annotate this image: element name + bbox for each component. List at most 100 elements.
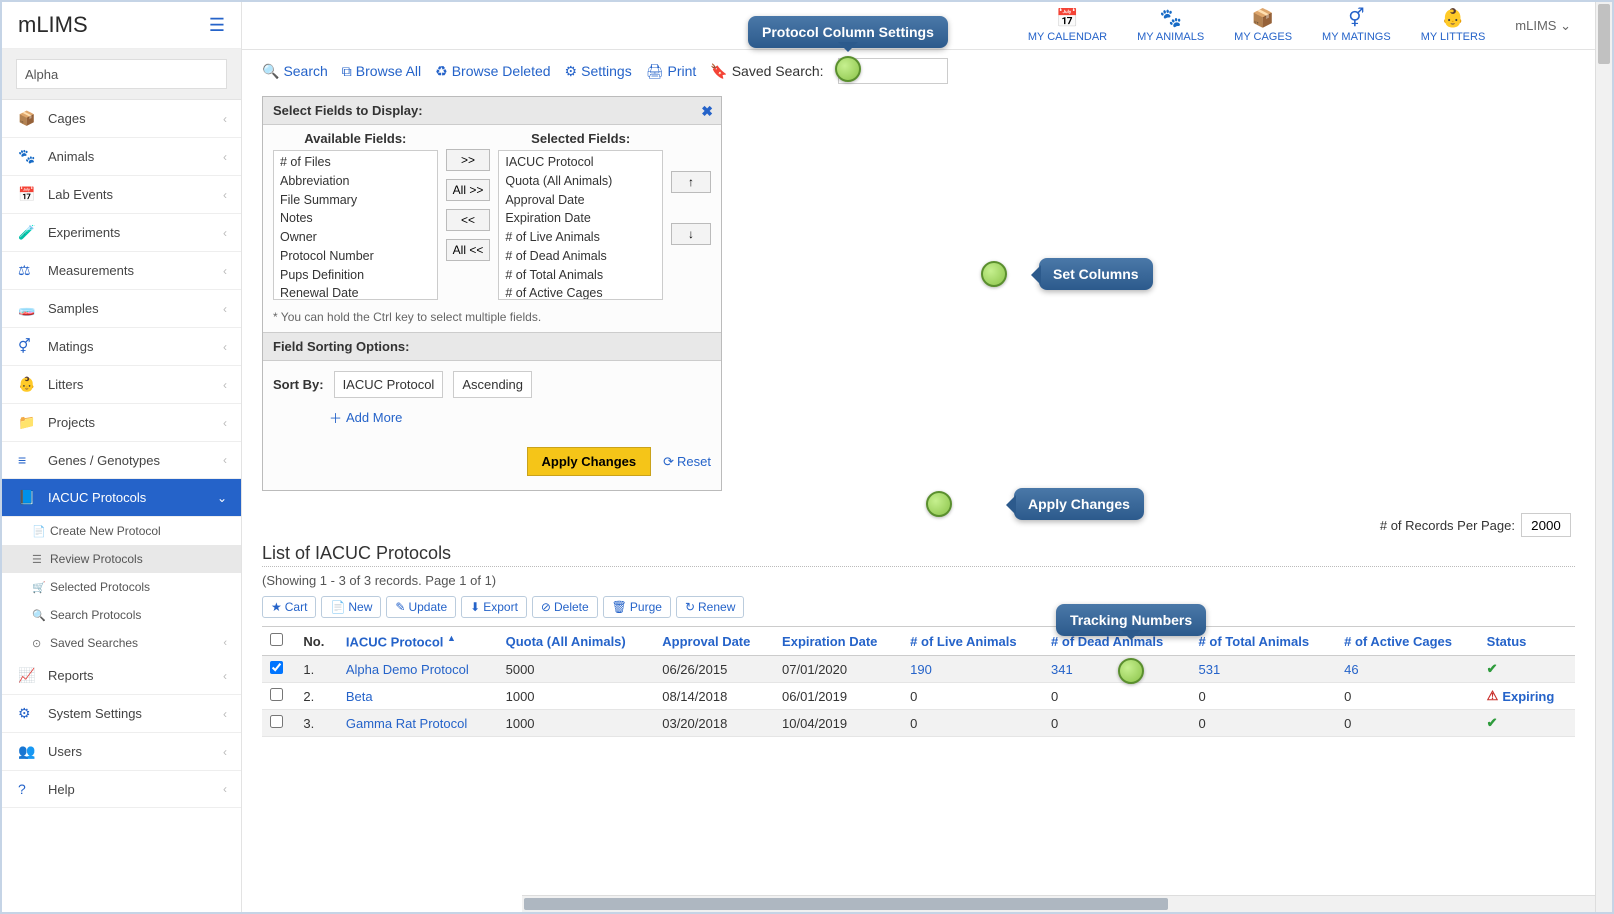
sidebar-search-input[interactable]	[16, 59, 227, 89]
expiring-link[interactable]: Expiring	[1502, 689, 1554, 704]
row-checkbox[interactable]	[270, 715, 283, 728]
sidebar-item-genes-genotypes[interactable]: ≡Genes / Genotypes‹	[2, 442, 241, 479]
col-expiration-date[interactable]: Expiration Date	[774, 627, 902, 656]
topnav-my-animals[interactable]: 🐾MY ANIMALS	[1137, 8, 1204, 43]
cell[interactable]: Beta	[338, 683, 498, 710]
sidebar-subitem-selected-protocols[interactable]: 🛒Selected Protocols	[2, 573, 241, 601]
print-link[interactable]: 🖨Print	[646, 63, 697, 80]
row-checkbox[interactable]	[270, 661, 283, 674]
print-icon: 🖨	[646, 63, 664, 80]
cell[interactable]: Gamma Rat Protocol	[338, 710, 498, 737]
sidebar-subitem-create-new-protocol[interactable]: 📄Create New Protocol	[2, 517, 241, 545]
move-right-button[interactable]: >>	[446, 149, 491, 171]
col-approval-date[interactable]: Approval Date	[654, 627, 774, 656]
add-more-sort-link[interactable]: ＋Add More	[263, 408, 402, 427]
delete-button[interactable]: ⊘Delete	[532, 596, 598, 618]
topnav-my-litters[interactable]: 👶MY LITTERS	[1421, 8, 1486, 43]
sort-direction-select[interactable]: Ascending	[453, 371, 532, 398]
status-cell: ✔	[1479, 710, 1575, 737]
hamburger-icon[interactable]: ☰	[209, 15, 225, 36]
cart-button[interactable]: ★Cart	[262, 596, 316, 618]
move-down-button[interactable]: ↓	[671, 223, 711, 245]
sidebar-item-measurements[interactable]: ⚖Measurements‹	[2, 252, 241, 290]
sidebar-item-litters[interactable]: 👶Litters‹	[2, 366, 241, 404]
field-option[interactable]: # of Files	[278, 153, 433, 172]
sidebar-item-experiments[interactable]: 🧪Experiments‹	[2, 214, 241, 252]
renew-button[interactable]: ↻Renew	[676, 596, 744, 618]
field-option[interactable]: IACUC Protocol	[503, 153, 658, 172]
update-button[interactable]: ✎Update	[386, 596, 456, 618]
field-option[interactable]: Expiration Date	[503, 209, 658, 228]
search-link[interactable]: 🔍Search	[262, 63, 328, 80]
purge-button[interactable]: 🗑Purge	[603, 596, 671, 618]
topnav-my-cages[interactable]: 📦MY CAGES	[1234, 8, 1292, 43]
export-button[interactable]: ⬇Export	[461, 596, 527, 618]
nav-icon: 🐾	[18, 148, 36, 165]
sidebar-item-samples[interactable]: 🧫Samples‹	[2, 290, 241, 328]
sidebar-item-matings[interactable]: ⚥Matings‹	[2, 328, 241, 366]
field-option[interactable]: Protocol Number	[278, 247, 433, 266]
field-option[interactable]: File Summary	[278, 191, 433, 210]
move-all-right-button[interactable]: All >>	[446, 179, 491, 201]
cell[interactable]: 531	[1191, 656, 1337, 683]
topnav-my-matings[interactable]: ⚥MY MATINGS	[1322, 8, 1391, 43]
sidebar-item-projects[interactable]: 📁Projects‹	[2, 404, 241, 442]
field-option[interactable]: # of Total Animals	[503, 266, 658, 285]
col-status[interactable]: Status	[1479, 627, 1575, 656]
cell[interactable]: 341	[1043, 656, 1191, 683]
settings-link[interactable]: ⚙Settings	[565, 63, 632, 80]
available-fields-list[interactable]: # of FilesAbbreviationFile SummaryNotesO…	[273, 150, 438, 300]
field-option[interactable]: Abbreviation	[278, 172, 433, 191]
sort-field-select[interactable]: IACUC Protocol	[334, 371, 444, 398]
sidebar-item-help[interactable]: ?Help‹	[2, 771, 241, 808]
sidebar-subitem-search-protocols[interactable]: 🔍Search Protocols	[2, 601, 241, 629]
close-icon[interactable]: ✖	[701, 103, 713, 120]
cell: 1000	[498, 710, 655, 737]
move-all-left-button[interactable]: All <<	[446, 239, 491, 261]
vertical-scrollbar[interactable]	[1595, 2, 1612, 912]
move-left-button[interactable]: <<	[446, 209, 491, 231]
cell[interactable]: 190	[902, 656, 1043, 683]
field-option[interactable]: Quota (All Animals)	[503, 172, 658, 191]
sidebar-item-system-settings[interactable]: ⚙System Settings‹	[2, 695, 241, 733]
topnav-my-calendar[interactable]: 📅MY CALENDAR	[1028, 8, 1107, 43]
field-option[interactable]: Approval Date	[503, 191, 658, 210]
cell[interactable]: Alpha Demo Protocol	[338, 656, 498, 683]
field-option[interactable]: Owner	[278, 228, 433, 247]
reset-link[interactable]: ⟳Reset	[663, 454, 711, 470]
records-per-page-input[interactable]	[1521, 513, 1571, 537]
sidebar-item-reports[interactable]: 📈Reports‹	[2, 657, 241, 695]
cell: 08/14/2018	[654, 683, 774, 710]
field-option[interactable]: # of Dead Animals	[503, 247, 658, 266]
selected-fields-list[interactable]: IACUC ProtocolQuota (All Animals)Approva…	[498, 150, 663, 300]
sidebar-item-iacuc-protocols[interactable]: 📘IACUC Protocols⌄	[2, 479, 241, 517]
select-all-checkbox[interactable]	[270, 633, 283, 646]
move-up-button[interactable]: ↑	[671, 171, 711, 193]
col--of-active-cages[interactable]: # of Active Cages	[1336, 627, 1479, 656]
row-checkbox[interactable]	[270, 688, 283, 701]
sidebar-item-lab-events[interactable]: 📅Lab Events‹	[2, 176, 241, 214]
col-iacuc-protocol[interactable]: IACUC Protocol ▲	[338, 627, 498, 656]
apply-changes-button[interactable]: Apply Changes	[527, 447, 652, 476]
browse-all-link[interactable]: ⧉Browse All	[342, 63, 421, 80]
col--of-total-animals[interactable]: # of Total Animals	[1191, 627, 1337, 656]
cell[interactable]: 46	[1336, 656, 1479, 683]
field-option[interactable]: Renewal Date	[278, 284, 433, 300]
col--of-live-animals[interactable]: # of Live Animals	[902, 627, 1043, 656]
field-option[interactable]: Notes	[278, 209, 433, 228]
field-option[interactable]: # of Live Animals	[503, 228, 658, 247]
sidebar-subitem-review-protocols[interactable]: ☰Review Protocols	[2, 545, 241, 573]
browse-deleted-link[interactable]: ♻Browse Deleted	[435, 63, 550, 80]
cell: 0	[1191, 683, 1337, 710]
horizontal-scrollbar[interactable]	[522, 895, 1595, 912]
field-option[interactable]: Pups Definition	[278, 266, 433, 285]
sidebar-subitem-saved-searches[interactable]: ⊙Saved Searches‹	[2, 629, 241, 657]
sidebar-item-animals[interactable]: 🐾Animals‹	[2, 138, 241, 176]
col-quota-all-animals-[interactable]: Quota (All Animals)	[498, 627, 655, 656]
sidebar-item-cages[interactable]: 📦Cages‹	[2, 100, 241, 138]
user-dropdown[interactable]: mLIMS ⌄	[1515, 18, 1571, 34]
chevron-icon: ‹	[223, 453, 227, 467]
field-option[interactable]: # of Active Cages	[503, 284, 658, 300]
sidebar-item-users[interactable]: 👥Users‹	[2, 733, 241, 771]
new-button[interactable]: 📄New	[321, 596, 381, 618]
